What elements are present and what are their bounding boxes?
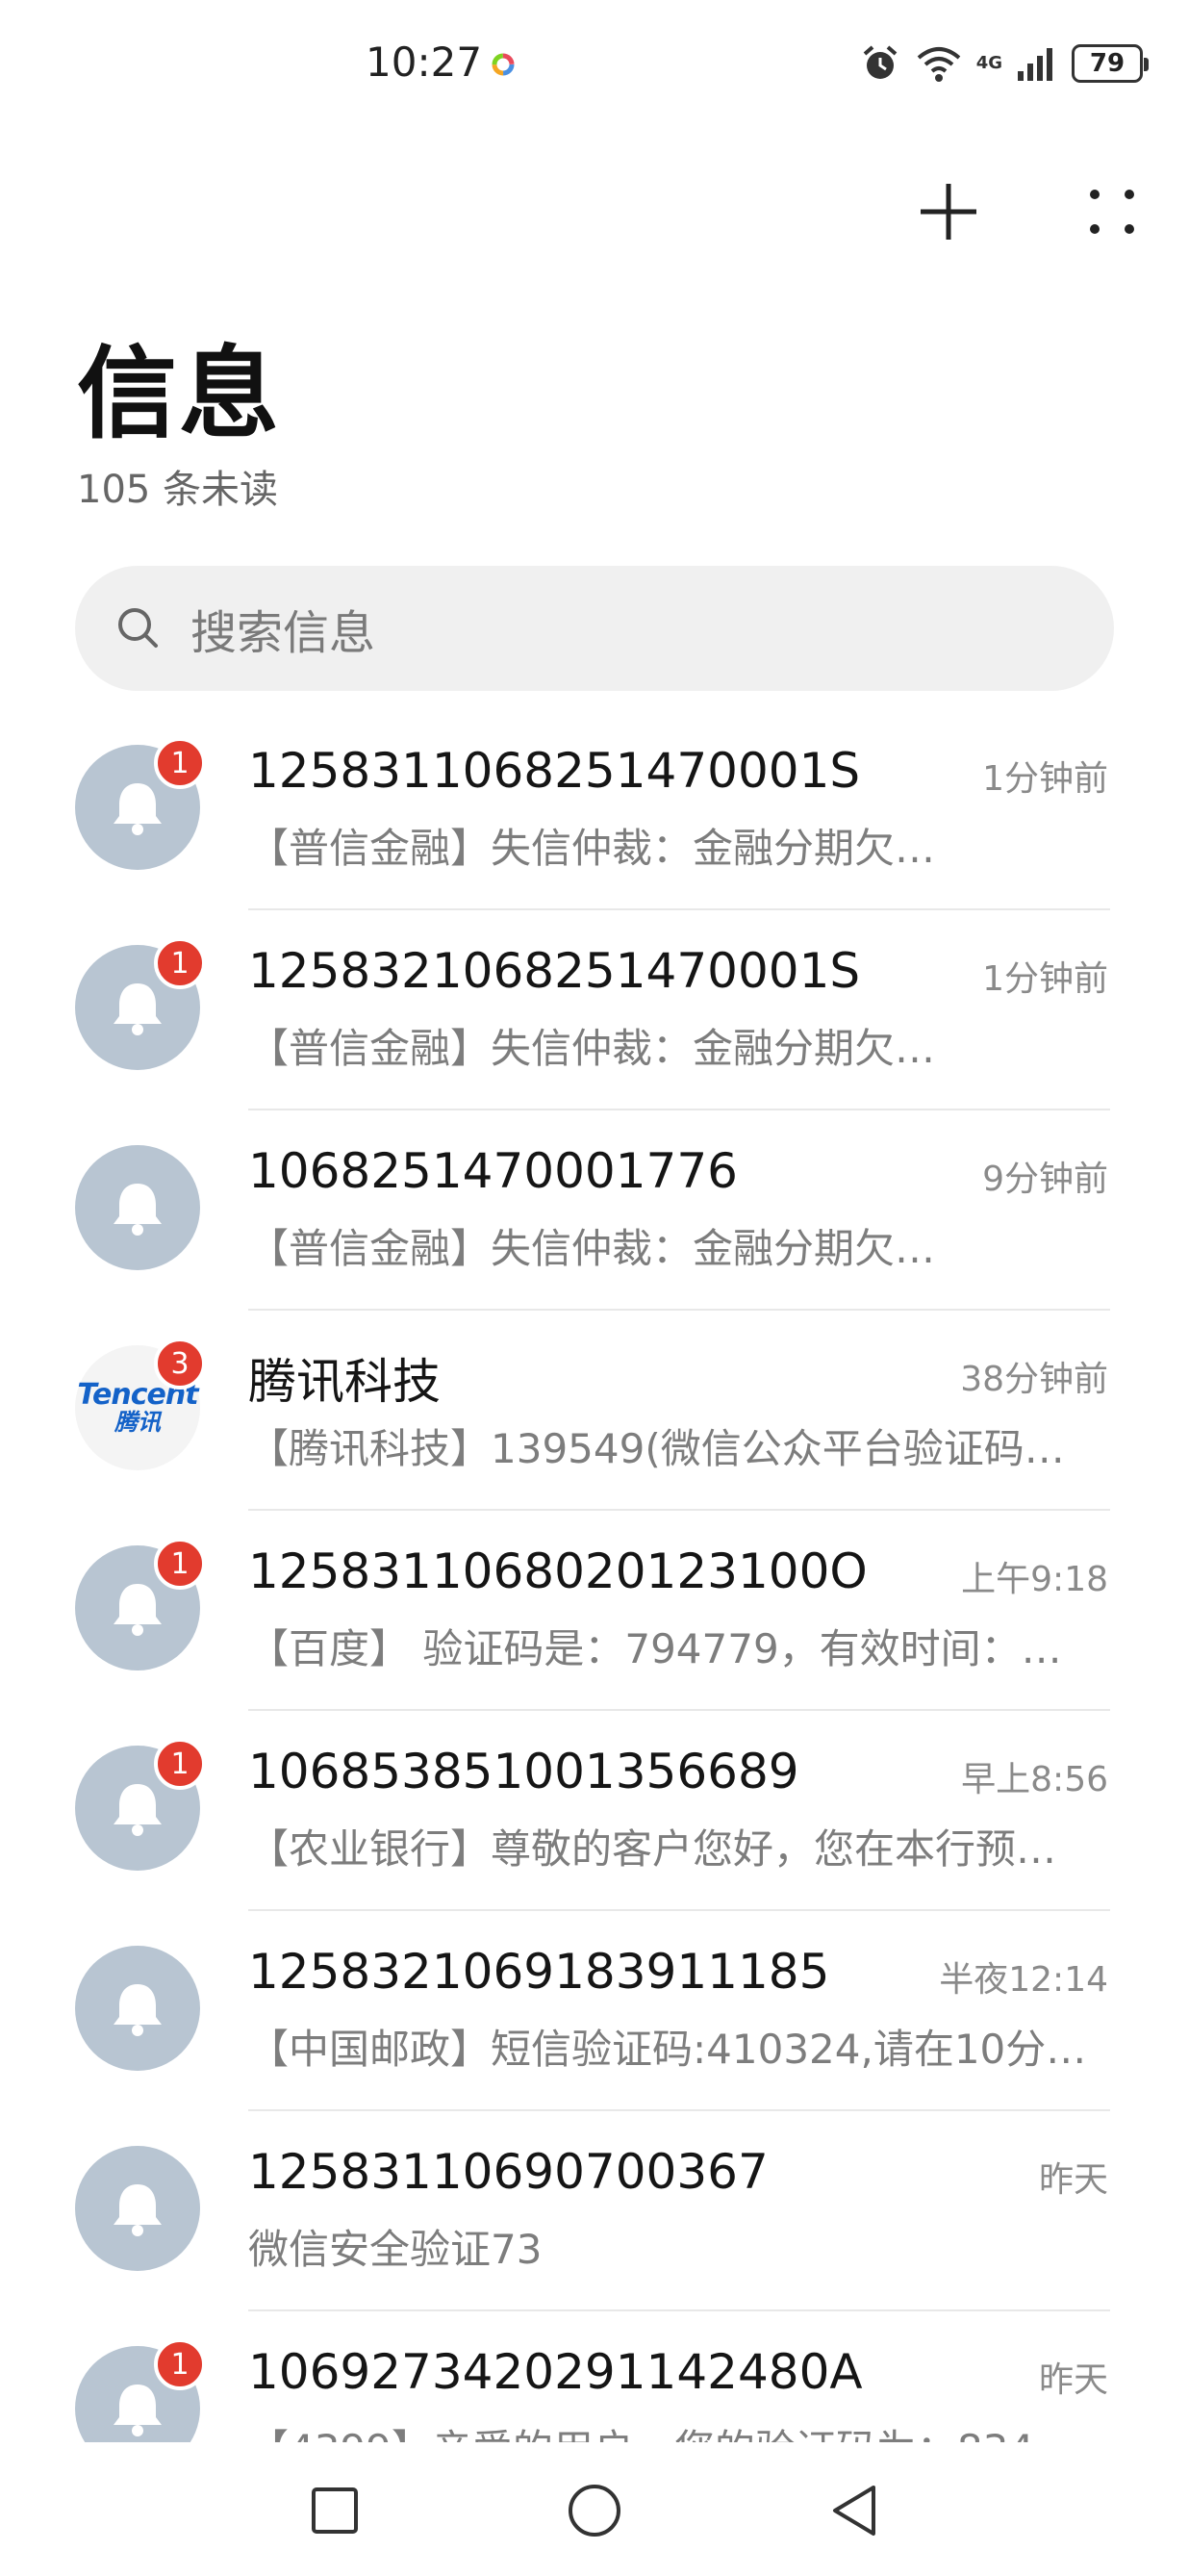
unread-badge: 1 <box>154 1538 206 1590</box>
message-time: 38分钟前 <box>960 1360 1108 1399</box>
sender-name: 1258321068251470001S <box>248 943 861 999</box>
bell-icon <box>114 983 162 1035</box>
signal-icon <box>1018 48 1052 81</box>
bell-icon <box>114 1184 162 1236</box>
network-type: 4G <box>975 53 1002 73</box>
bell-icon <box>114 1984 162 2036</box>
tencent-logo-cn: 腾讯 <box>114 1408 161 1436</box>
home-button[interactable] <box>561 2477 628 2544</box>
message-row[interactable]: 1 1258311068251470001S 1分钟前 【普信金融】失信仲裁：金… <box>0 710 1189 910</box>
unread-badge: 1 <box>154 1738 206 1790</box>
sender-name: 1258321069183911185 <box>248 1944 830 2000</box>
sender-name: 腾讯科技 <box>248 1354 441 1410</box>
sender-name: 1258311068020123100O <box>248 1543 868 1599</box>
unread-count: 105 条未读 <box>77 468 279 512</box>
sender-name: 1068251470001776 <box>248 1143 738 1199</box>
message-preview: 【普信金融】失信仲裁：金融分期欠… <box>248 1025 936 1072</box>
message-time: 半夜12:14 <box>939 1960 1108 2000</box>
message-preview: 【百度】 验证码是：794779，有效时间：… <box>248 1625 1062 1672</box>
unread-badge: 3 <box>154 1338 206 1390</box>
status-time: 10:27 <box>366 38 483 86</box>
search-input[interactable]: 搜索信息 <box>75 566 1114 691</box>
bell-icon <box>114 1784 162 1836</box>
battery-level: 79 <box>1089 49 1126 78</box>
sender-name: 12583110690700367 <box>248 2144 769 2200</box>
bell-icon <box>114 783 162 835</box>
message-row[interactable]: Tencent 腾讯 3 腾讯科技 38分钟前 【腾讯科技】139549(微信公… <box>0 1311 1189 1511</box>
sender-name: 1258311068251470001S <box>248 743 861 799</box>
message-preview: 【普信金融】失信仲裁：金融分期欠… <box>248 825 936 872</box>
message-preview: 【4399】亲爱的用户，您的验证码为：834… <box>248 2417 1108 2442</box>
more-options-button[interactable] <box>1074 173 1151 250</box>
message-time: 上午9:18 <box>961 1560 1108 1599</box>
message-time: 早上8:56 <box>961 1760 1108 1799</box>
message-row[interactable]: 12583110690700367 昨天 微信安全验证73 <box>0 2111 1189 2311</box>
status-bar: 10:27 4G 79 <box>0 0 1189 135</box>
bell-icon <box>114 1584 162 1636</box>
search-icon <box>118 608 158 648</box>
bell-icon <box>114 2385 162 2436</box>
wifi-icon <box>917 47 960 82</box>
message-preview: 【中国邮政】短信验证码:410324,请在10分… <box>248 2026 1087 2073</box>
back-button[interactable] <box>821 2477 888 2544</box>
sender-name: 106853851001356689 <box>248 1744 799 1799</box>
plus-icon <box>921 184 976 240</box>
avatar <box>75 1145 200 1270</box>
avatar <box>75 1946 200 2071</box>
battery-indicator: 79 <box>1072 44 1149 83</box>
sender-name: 1069273420291142480A <box>248 2344 863 2400</box>
system-nav-bar <box>0 2444 1189 2576</box>
unread-badge: 1 <box>154 937 206 989</box>
message-row[interactable]: 1 1258311068020123100O 上午9:18 【百度】 验证码是：… <box>0 1511 1189 1711</box>
new-message-button[interactable] <box>910 173 987 250</box>
alarm-icon <box>863 45 898 79</box>
message-preview: 微信安全验证73 <box>248 2226 543 2273</box>
avatar <box>75 2146 200 2271</box>
colorful-app-icon <box>492 53 515 76</box>
message-row[interactable]: 1 1258321068251470001S 1分钟前 【普信金融】失信仲裁：金… <box>0 910 1189 1110</box>
square-icon <box>312 2487 358 2534</box>
bell-icon <box>114 2184 162 2236</box>
message-row[interactable]: 1068251470001776 9分钟前 【普信金融】失信仲裁：金融分期欠… <box>0 1110 1189 1311</box>
message-preview: 【普信金融】失信仲裁：金融分期欠… <box>248 1225 936 1272</box>
page-title: 信息 <box>77 335 282 452</box>
message-time: 1分钟前 <box>982 759 1108 799</box>
message-row[interactable]: 1 106853851001356689 早上8:56 【农业银行】尊敬的客户您… <box>0 1711 1189 1911</box>
message-time: 昨天 <box>1038 2360 1108 2400</box>
message-list: 1 1258311068251470001S 1分钟前 【普信金融】失信仲裁：金… <box>0 710 1189 2442</box>
more-dots-icon <box>1090 190 1134 234</box>
status-icons: 4G 79 <box>859 42 1149 85</box>
recents-button[interactable] <box>301 2477 368 2544</box>
message-row[interactable]: 1 1069273420291142480A 昨天 【4399】亲爱的用户，您的… <box>0 2311 1189 2442</box>
toolbar <box>910 173 1151 250</box>
message-row[interactable]: 1258321069183911185 半夜12:14 【中国邮政】短信验证码:… <box>0 1911 1189 2111</box>
message-preview: 【腾讯科技】139549(微信公众平台验证码… <box>248 1425 1065 1472</box>
triangle-back-icon <box>833 2485 875 2536</box>
unread-badge: 1 <box>154 737 206 789</box>
unread-badge: 1 <box>154 2338 206 2390</box>
search-placeholder: 搜索信息 <box>190 606 376 660</box>
circle-icon <box>569 2484 620 2537</box>
message-time: 昨天 <box>1038 2160 1108 2200</box>
message-time: 1分钟前 <box>982 959 1108 999</box>
message-preview: 【农业银行】尊敬的客户您好，您在本行预… <box>248 1825 1057 1873</box>
message-time: 9分钟前 <box>982 1160 1108 1199</box>
